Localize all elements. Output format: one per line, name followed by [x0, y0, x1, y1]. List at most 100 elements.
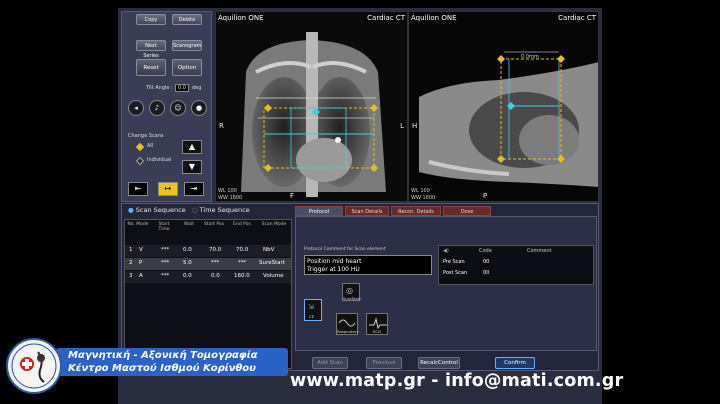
all-radio-label: All	[147, 143, 154, 149]
left-orientation-l: L	[400, 122, 404, 130]
right-viewport-protocol: Cardiac CT	[558, 14, 596, 22]
clinic-line-1: Μαγνητική - Αξονική Τομογραφία	[68, 350, 258, 361]
comment-line-2: Trigger at 100 HU	[307, 265, 360, 273]
row-time: ***	[161, 247, 170, 253]
delete-button[interactable]: Delete	[172, 14, 202, 25]
ecg-icon[interactable]: ECG	[366, 313, 388, 335]
right-viewport-title: Aquilion ONE	[411, 14, 457, 22]
protocol-comment-box[interactable]: Position mid heart Trigger at 100 HU	[304, 255, 432, 275]
scan-control-panel: Copy Delete Next Series Scanogram Reset …	[121, 11, 212, 202]
add-scan-button[interactable]: Add Scan	[312, 357, 348, 369]
tilt-angle-unit: deg	[192, 85, 202, 91]
left-viewport-title: Aquilion ONE	[218, 14, 264, 22]
table-row[interactable]: 2 P *** 5.0 *** *** SureStart	[125, 258, 291, 270]
tab-dose[interactable]: Dose	[443, 206, 491, 216]
voice-header-code: Code	[479, 248, 492, 254]
right-orientation-h: H	[412, 122, 418, 130]
left-viewport-protocol: Cardiac CT	[367, 14, 405, 22]
next-series-button[interactable]: Next Series	[136, 40, 166, 59]
header-start-pos: Start Pos	[203, 222, 225, 227]
ce-label: CE	[309, 314, 315, 319]
header-end-pos: End Pos	[233, 222, 251, 227]
tab-scan-details[interactable]: Scan Details	[345, 206, 389, 216]
row-wait: 5.0	[183, 260, 192, 266]
row-end: 70.0	[236, 247, 249, 253]
voice-speaker-icon: ◀)	[443, 248, 449, 254]
move-down-button[interactable]: ▼	[182, 160, 202, 174]
surestart-icon[interactable]: ◎ SureStart	[342, 283, 361, 301]
all-radio[interactable]	[135, 142, 145, 152]
website-contact-text: www.matp.gr - info@mati.com.gr	[290, 371, 624, 391]
row-mode: V	[139, 247, 143, 253]
row-time: ***	[161, 260, 170, 266]
left-window-width: WW 1800	[218, 195, 243, 201]
comment-line-1: Position mid heart	[307, 258, 362, 265]
table-move-icon[interactable]: ↦	[158, 182, 178, 196]
time-sequence-tab[interactable]: Time Sequence	[200, 206, 250, 214]
speaker-minus-icon[interactable]: ◂	[128, 100, 144, 116]
row-start: 0.0	[211, 273, 220, 279]
header-no-mode: No. Mode	[127, 222, 149, 227]
row-wait: 0.0	[183, 273, 192, 279]
clinic-line-2: Κέντρο Μαστού Ισθμού Κορίνθου	[68, 363, 256, 374]
scan-sequence-tab[interactable]: Scan Sequence	[136, 206, 186, 214]
patient-icon[interactable]: ☺	[170, 100, 186, 116]
left-window-level: WL 100	[218, 188, 237, 194]
scan-sequence-radio[interactable]: ●	[128, 206, 134, 214]
contrast-enhance-icon[interactable]: CE ⇲	[304, 299, 322, 321]
clinic-name-box: Μαγνητική - Αξονική Τομογραφία Κέντρο Μα…	[56, 348, 288, 376]
header-wait: Wait	[184, 222, 194, 227]
post-scan-label: Post Scan	[443, 270, 468, 276]
option-button[interactable]: Option	[172, 59, 202, 76]
row-no: 2	[129, 260, 133, 266]
protocol-tab-content: Protocol Comment for Scan element Positi…	[295, 216, 597, 351]
ecg-label: ECG	[373, 329, 381, 334]
row-end: 160.0	[234, 273, 250, 279]
previous-button[interactable]: Previous	[366, 357, 402, 369]
surestart-label: SureStart	[343, 296, 361, 301]
row-no: 1	[129, 247, 133, 253]
tab-recon-details[interactable]: Recon. Details	[391, 206, 441, 216]
tab-protocol[interactable]: Protocol	[295, 206, 343, 216]
tilt-angle-label: Tilt Angle :	[146, 85, 173, 91]
individual-radio[interactable]	[135, 156, 145, 166]
time-sequence-radio[interactable]: ○	[192, 206, 198, 214]
respiratory-icon[interactable]: Respiratory	[336, 313, 359, 335]
voice-table: ◀) Code Comment Pre Scan 00 Post Scan 00	[438, 245, 594, 285]
clinic-banner: Μαγνητική - Αξονική Τομογραφία Κέντρο Μα…	[0, 338, 290, 394]
voice-header-comment: Comment	[527, 248, 552, 254]
right-orientation-p: P	[483, 192, 488, 200]
move-up-button[interactable]: ▲	[182, 140, 202, 154]
right-fov-label: 0.0mm	[521, 54, 539, 60]
speaker-icon[interactable]: ♪	[149, 100, 165, 116]
row-end: ***	[238, 260, 247, 266]
lateral-scanogram-viewport[interactable]: Aquilion ONE Cardiac CT 0.0mm H P WL 100…	[408, 11, 599, 202]
record-icon[interactable]: ●	[191, 100, 207, 116]
row-start: ***	[211, 260, 220, 266]
confirm-button[interactable]: Confirm	[495, 357, 535, 369]
header-start-time: Start Time	[158, 222, 170, 232]
scanogram-button[interactable]: Scanogram	[172, 40, 202, 51]
tilt-angle-value[interactable]: 0.0	[175, 84, 189, 92]
post-scan-code[interactable]: 00	[483, 270, 489, 276]
frontal-scanogram-viewport[interactable]: Aquilion ONE Cardiac CT R L F WL 100 WW …	[215, 11, 408, 202]
individual-radio-label: Individual	[147, 157, 172, 163]
sequence-mode-tabs: ● Scan Sequence ○ Time Sequence	[128, 206, 250, 214]
row-mode: P	[139, 260, 143, 266]
respiratory-label: Respiratory	[337, 329, 359, 334]
left-orientation-r: R	[219, 122, 224, 130]
table-row[interactable]: 1 V *** 0.0 70.0 70.0 NbV	[125, 245, 291, 257]
recalc-control-button[interactable]: RecalcControl	[418, 357, 460, 369]
reset-button[interactable]: Reset	[136, 59, 166, 76]
comment-title: Protocol Comment for Scan element	[304, 247, 386, 252]
pre-scan-label: Pre Scan	[443, 259, 465, 265]
pre-scan-code[interactable]: 00	[483, 259, 489, 265]
change-scans-title: Change Scans	[128, 133, 164, 139]
copy-button[interactable]: Copy	[136, 14, 166, 25]
table-row[interactable]: 3 A *** 0.0 0.0 160.0 Volume	[125, 271, 291, 283]
row-time: ***	[161, 273, 170, 279]
table-out-icon[interactable]: ⇥	[184, 182, 204, 196]
row-start: 70.0	[209, 247, 222, 253]
row-mode: A	[139, 273, 143, 279]
table-in-icon[interactable]: ⇤	[128, 182, 148, 196]
